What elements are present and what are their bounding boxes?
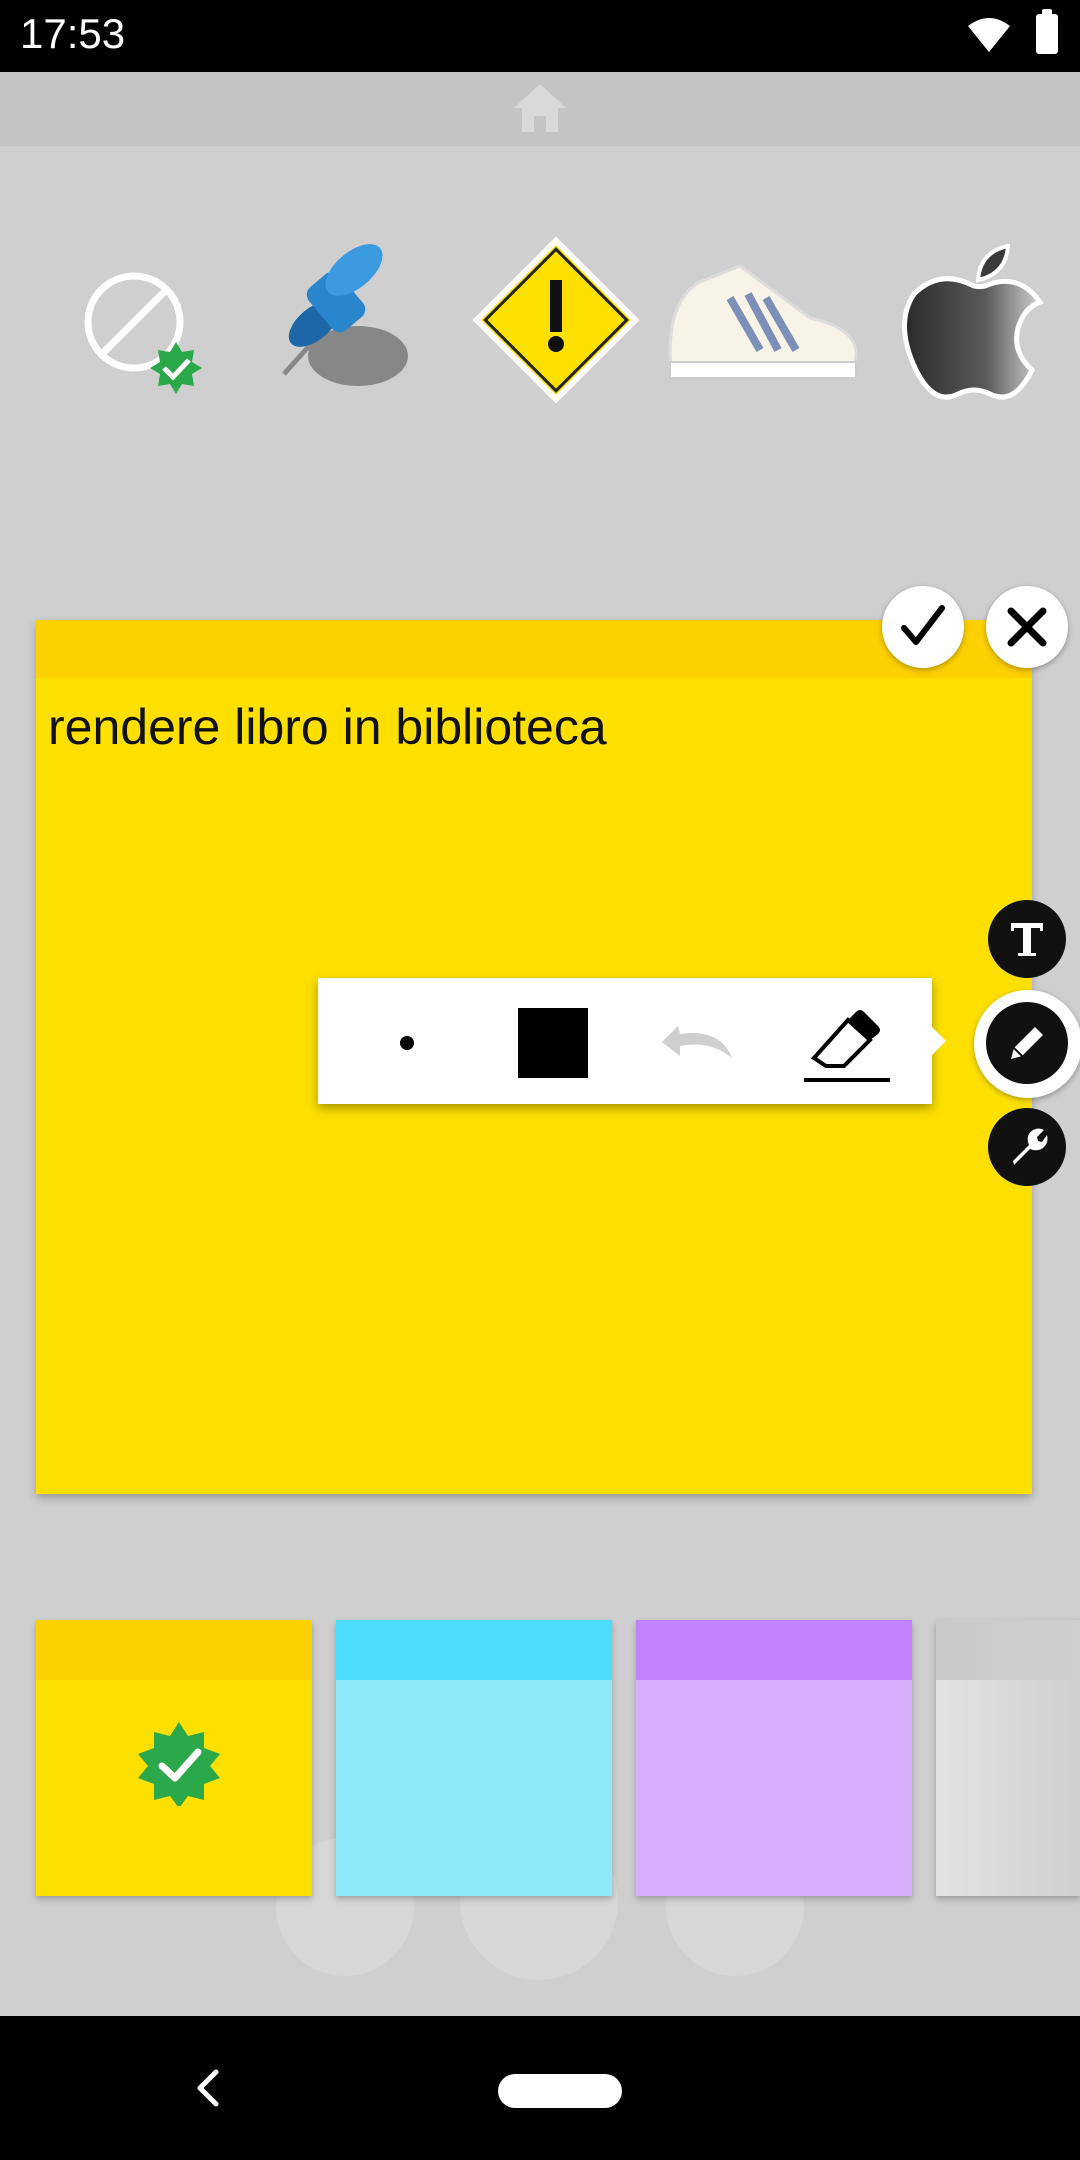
- blue-pushpin-sticker[interactable]: [258, 236, 426, 411]
- toolbar-pointer: [931, 1026, 946, 1056]
- cancel-button[interactable]: [986, 586, 1068, 668]
- back-icon[interactable]: [190, 2066, 226, 2110]
- pencil-icon: [1011, 1027, 1043, 1059]
- swatch-strip: [936, 1620, 1080, 1680]
- swatch-strip: [636, 1620, 912, 1680]
- text-tool-button[interactable]: [988, 900, 1066, 978]
- home-icon[interactable]: [510, 80, 570, 136]
- home-pill[interactable]: [498, 2074, 622, 2108]
- sneaker-sticker[interactable]: [660, 258, 864, 403]
- battery-icon: [1036, 9, 1058, 54]
- brush-color-button[interactable]: [518, 1008, 588, 1078]
- swatch-strip: [336, 1620, 612, 1680]
- swatch-cyan[interactable]: [336, 1620, 612, 1896]
- selected-check-icon: [138, 1722, 220, 1806]
- swatch-yellow[interactable]: [36, 1620, 312, 1896]
- undo-icon[interactable]: [658, 1016, 738, 1066]
- brush-size-button[interactable]: [400, 1036, 414, 1050]
- swatch-strip: [36, 1620, 312, 1680]
- checkmark-icon: [901, 605, 945, 645]
- apple-logo-sticker[interactable]: [900, 243, 1050, 419]
- blocked-verified-sticker[interactable]: [80, 268, 212, 405]
- wrench-icon: [1013, 1128, 1048, 1165]
- note-text[interactable]: rendere libro in biblioteca: [48, 698, 607, 756]
- confirm-button[interactable]: [882, 586, 964, 668]
- draw-toolbar: [318, 978, 946, 1104]
- swatch-gray[interactable]: [936, 1620, 1080, 1896]
- close-icon: [1007, 607, 1047, 647]
- eraser-icon[interactable]: [804, 1002, 890, 1086]
- top-bar: [0, 72, 1080, 146]
- settings-tool-button[interactable]: [988, 1108, 1066, 1186]
- status-time: 17:53: [20, 10, 126, 57]
- text-T-icon: [1011, 923, 1043, 956]
- swatch-purple[interactable]: [636, 1620, 912, 1896]
- warning-sign-sticker[interactable]: [470, 234, 642, 411]
- status-bar: 17:53: [0, 0, 1080, 72]
- wifi-icon: [968, 18, 1010, 52]
- draw-tool-button[interactable]: [986, 1002, 1068, 1084]
